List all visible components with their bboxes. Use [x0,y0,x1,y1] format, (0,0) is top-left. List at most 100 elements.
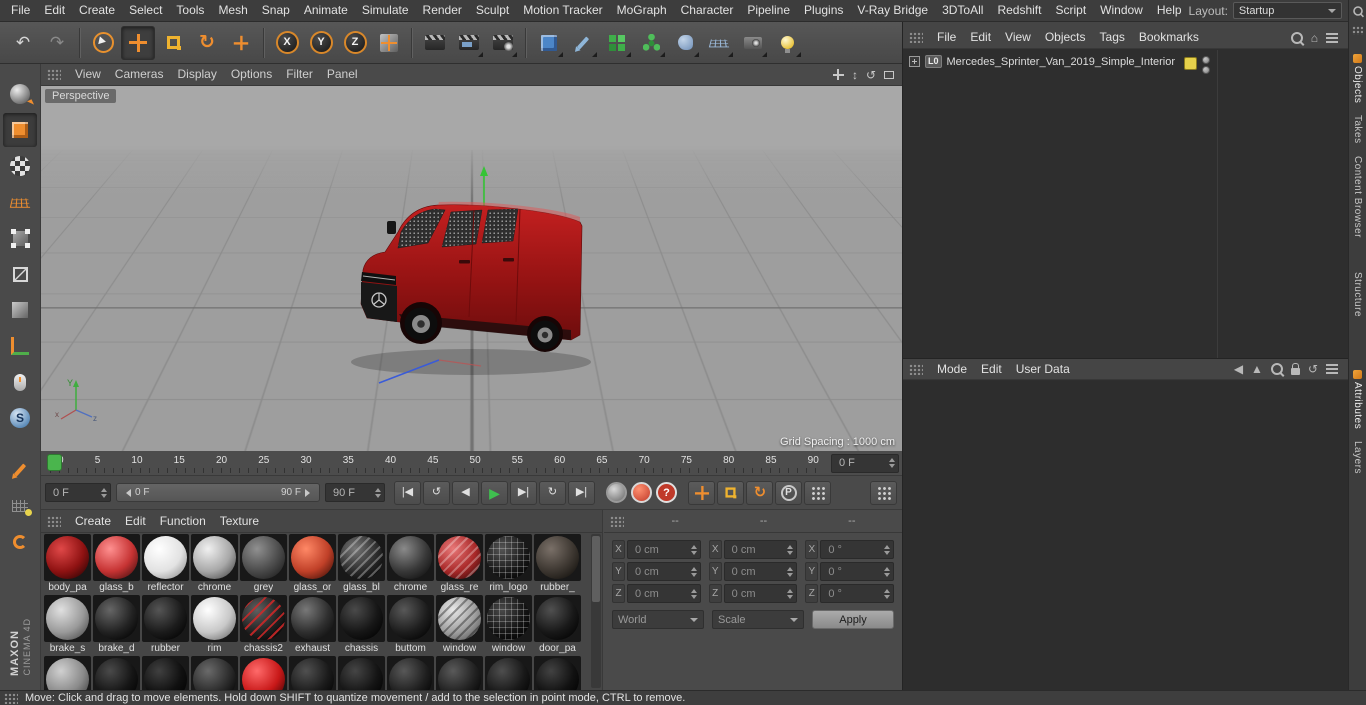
material-item[interactable]: window [484,595,533,655]
record-keyframe-button[interactable] [606,482,627,503]
object-menu-view[interactable]: View [998,27,1038,48]
model-mode-button[interactable] [3,113,37,147]
previous-key-button[interactable]: ↺ [423,480,450,505]
coord-position-z-field[interactable]: 0 cm [627,584,701,603]
material-item[interactable]: reflector [141,534,190,594]
move-tool[interactable] [121,25,155,60]
material-item[interactable] [484,656,533,690]
material-item[interactable] [386,656,435,690]
range-start-field[interactable]: 0 F [45,483,111,502]
menu-sculpt[interactable]: Sculpt [469,0,516,21]
lock-x-button[interactable]: X [271,27,303,59]
object-list[interactable]: L0 Mercedes_Sprinter_Van_2019_Simple_Int… [903,50,1348,358]
space-select[interactable]: World [612,610,704,629]
panel-drag-handle[interactable] [909,32,923,43]
live-selection-tool[interactable] [87,27,119,59]
material-item[interactable] [288,656,337,690]
menu-v-ray-bridge[interactable]: V-Ray Bridge [850,0,935,21]
stepper-icon[interactable] [884,544,891,555]
menu-file[interactable]: File [4,0,37,21]
rotate-tool[interactable]: ↻ [191,27,223,59]
material-item[interactable]: door_pa [533,595,582,655]
object-menu-edit[interactable]: Edit [963,27,998,48]
scale-tool[interactable] [157,27,189,59]
undo-button[interactable]: ↶ [7,27,39,59]
coord-position-y-field[interactable]: 0 cm [627,562,701,581]
autokey-button[interactable] [631,482,652,503]
object-row-mercedes-sprinter[interactable]: L0 Mercedes_Sprinter_Van_2019_Simple_Int… [903,50,1348,73]
stepper-icon[interactable] [787,566,794,577]
render-picture-viewer-button[interactable] [453,27,485,59]
panel-menu-icon[interactable] [1326,364,1338,374]
menu-pipeline[interactable]: Pipeline [740,0,797,21]
previous-frame-button[interactable]: ◀ [452,480,479,505]
tab-structure[interactable]: Structure [1352,272,1363,317]
lock-y-button[interactable]: Y [305,27,337,59]
coord-rotation-x-field[interactable]: 0 ° [820,540,895,559]
panel-drag-handle[interactable] [1352,26,1363,35]
add-camera-button[interactable] [737,27,769,59]
stepper-icon[interactable] [375,487,381,498]
menu-mograph[interactable]: MoGraph [610,0,674,21]
tab-attributes[interactable]: Attributes [1352,370,1363,429]
goto-start-button[interactable]: |◀ [394,480,421,505]
material-scrollbar[interactable] [591,534,601,688]
coord-position-x-field[interactable]: 0 cm [627,540,701,559]
snap-button[interactable]: S [3,401,37,435]
workplane-lock-button[interactable] [3,489,37,523]
timeline-ruler[interactable]: 051015202530354045505560657075808590 [44,451,827,475]
camera-label[interactable]: Perspective [45,89,117,103]
pan-view-icon[interactable] [832,69,844,80]
layout-select[interactable]: Startup [1232,2,1342,19]
stepper-icon[interactable] [787,544,794,555]
layer-color-chip[interactable] [1184,57,1197,70]
menu-create[interactable]: Create [72,0,122,21]
material-item[interactable]: rubber [141,595,190,655]
visibility-editor-toggle[interactable] [1202,56,1210,64]
preview-range-slider[interactable]: 0 F 90 F [116,483,320,502]
gizmo-y-arrow-icon[interactable] [480,166,488,176]
viewport-canvas[interactable]: Y x z Perspective Grid Spacing : 1000 cm [41,86,902,451]
search-icon[interactable] [1290,31,1303,44]
add-simulation-button[interactable] [635,27,667,59]
next-frame-button[interactable]: ▶| [510,480,537,505]
last-used-tool[interactable] [225,27,257,59]
panel-drag-handle[interactable] [610,515,624,527]
material-item[interactable]: glass_or [288,534,337,594]
material-item[interactable]: buttom [386,595,435,655]
coord-size-y-field[interactable]: 0 cm [723,562,798,581]
van-model[interactable] [341,164,601,389]
object-menu-bookmarks[interactable]: Bookmarks [1132,27,1206,48]
object-menu-tags[interactable]: Tags [1093,27,1132,48]
add-cube-button[interactable] [533,27,565,59]
material-item[interactable]: brake_d [92,595,141,655]
coord-size-x-field[interactable]: 0 cm [723,540,798,559]
material-item[interactable]: rim_logo [484,534,533,594]
current-frame-field[interactable]: 0 F [831,453,899,473]
stepper-icon[interactable] [787,588,794,599]
expand-icon[interactable] [909,56,920,67]
modeling-tool-button[interactable] [3,453,37,487]
stepper-icon[interactable] [690,566,697,577]
texture-mode-button[interactable] [3,149,37,183]
edges-mode-button[interactable] [3,257,37,291]
material-item[interactable] [337,656,386,690]
scrollbar-thumb[interactable] [592,536,600,602]
tab-content-browser[interactable]: Content Browser [1352,156,1363,238]
material-item[interactable] [435,656,484,690]
coord-rotation-z-field[interactable]: 0 ° [820,584,895,603]
menu-tools[interactable]: Tools [169,0,211,21]
stepper-icon[interactable] [690,544,697,555]
material-item[interactable]: glass_b [92,534,141,594]
rotate-view-icon[interactable]: ↺ [866,69,876,81]
points-mode-button[interactable] [3,221,37,255]
attribute-menu-mode[interactable]: Mode [930,359,974,380]
menu-redshift[interactable]: Redshift [990,0,1048,21]
coordinate-system-button[interactable] [373,27,405,59]
attribute-menu-edit[interactable]: Edit [974,359,1009,380]
record-scale-toggle[interactable] [717,480,744,505]
menu-plugins[interactable]: Plugins [797,0,850,21]
add-mograph-button[interactable] [601,27,633,59]
record-rotation-toggle[interactable]: ↻ [746,480,773,505]
range-end-field[interactable]: 90 F [325,483,385,502]
